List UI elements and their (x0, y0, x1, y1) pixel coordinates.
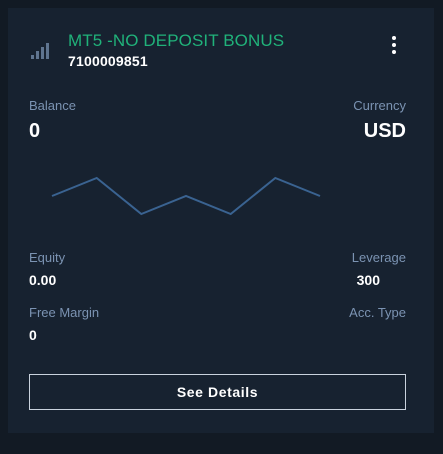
sparkline-path (51, 176, 321, 216)
balance-sparkline (51, 176, 321, 216)
see-details-button[interactable]: See Details (29, 374, 406, 410)
free-margin-label: Free Margin (29, 305, 100, 320)
balance-value: 0 (29, 120, 41, 142)
equity-value: 0.00 (29, 272, 57, 288)
acc-type-label: Acc. Type (349, 305, 406, 320)
leverage-label: Leverage (351, 250, 406, 265)
balance-label: Balance (29, 98, 76, 113)
equity-label: Equity (29, 250, 66, 265)
kebab-menu-icon[interactable] (388, 36, 400, 58)
account-card: MT5 -NO DEPOSIT BONUS 7100009851 Balance… (8, 8, 434, 433)
currency-label: Currency (353, 98, 406, 113)
free-margin-value: 0 (29, 327, 37, 343)
currency-value: USD (363, 120, 406, 142)
leverage-value: 300 (356, 272, 380, 288)
account-header: MT5 -NO DEPOSIT BONUS 7100009851 (8, 8, 434, 88)
account-title: MT5 -NO DEPOSIT BONUS (68, 31, 285, 50)
account-number: 7100009851 (68, 53, 148, 69)
signal-bars-icon (31, 43, 49, 59)
